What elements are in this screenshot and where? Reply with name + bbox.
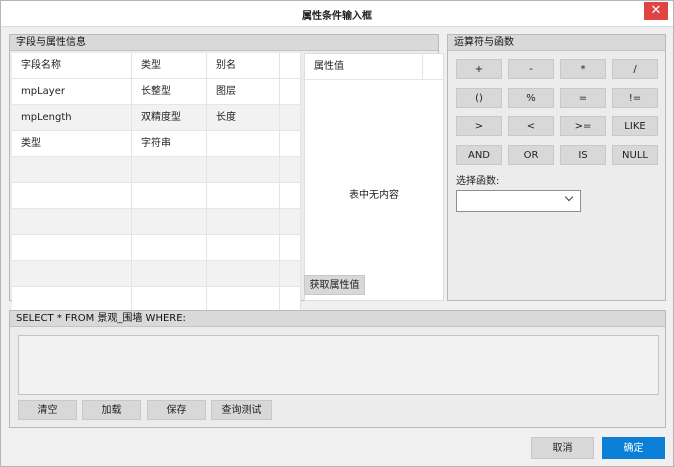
ok-button[interactable]: 确定 [602,437,665,459]
table-row[interactable]: mpLayer 长整型 图层 [12,79,301,105]
field-alias-cell: 长度 [207,105,280,131]
field-name-cell: mpLayer [12,79,132,105]
field-type-cell: 双精度型 [132,105,207,131]
chevron-down-icon [564,192,574,202]
select-function-label: 选择函数: [456,176,500,187]
close-button[interactable]: ✕ [644,2,668,20]
operator-or-button[interactable]: OR [508,145,554,165]
operator-less-button[interactable]: < [508,116,554,136]
clear-button[interactable]: 清空 [18,400,77,420]
operator-modulo-button[interactable]: % [508,88,554,108]
attribute-condition-dialog: 属性条件输入框 ✕ 字段与属性信息 字段名称 类型 别名 mpLayer 长整型… [0,0,674,467]
empty-row [12,183,301,209]
field-name-cell: mpLength [12,105,132,131]
field-alias-cell [207,131,280,157]
empty-row [12,235,301,261]
field-type-cell: 长整型 [132,79,207,105]
operator-greater-equal-button[interactable]: >= [560,116,606,136]
field-type-cell: 字符串 [132,131,207,157]
fields-table[interactable]: 字段名称 类型 别名 mpLayer 长整型 图层 mpLength 双精度型 … [12,53,301,325]
function-select[interactable] [456,190,581,212]
row-extra-cell [280,79,301,105]
attribute-values-header: 属性值 [305,54,443,80]
empty-row [12,157,301,183]
empty-row [12,209,301,235]
field-name-cell: 类型 [12,131,132,157]
table-header-row: 字段名称 类型 别名 [12,53,301,79]
row-extra-cell [280,131,301,157]
query-test-button[interactable]: 查询测试 [211,400,272,420]
operator-greater-button[interactable]: > [456,116,502,136]
operator-is-button[interactable]: IS [560,145,606,165]
sql-group: SELECT * FROM 景观_围墙 WHERE: 清空 加载 保存 查询测试 [9,310,666,428]
fields-group-title: 字段与属性信息 [10,35,438,51]
sql-where-input[interactable] [18,335,659,395]
operator-not-equals-button[interactable]: != [612,88,658,108]
operator-like-button[interactable]: LIKE [612,116,658,136]
save-button[interactable]: 保存 [147,400,206,420]
operator-plus-button[interactable]: + [456,59,502,79]
column-header-alias[interactable]: 别名 [207,53,280,79]
operator-multiply-button[interactable]: * [560,59,606,79]
operator-equals-button[interactable]: = [560,88,606,108]
attribute-values-header-label[interactable]: 属性值 [305,54,423,80]
operator-minus-button[interactable]: - [508,59,554,79]
cancel-button[interactable]: 取消 [531,437,594,459]
empty-row [12,261,301,287]
operator-and-button[interactable]: AND [456,145,502,165]
get-attribute-values-button[interactable]: 获取属性值 [304,275,365,295]
field-alias-cell: 图层 [207,79,280,105]
empty-table-message: 表中无内容 [349,190,399,201]
attribute-values-panel[interactable]: 属性值 表中无内容 [304,53,444,301]
column-header-extra [280,53,301,79]
title-bar: 属性条件输入框 ✕ [1,1,673,27]
column-header-name[interactable]: 字段名称 [12,53,132,79]
dialog-title: 属性条件输入框 [302,11,372,22]
table-row[interactable]: 类型 字符串 [12,131,301,157]
operator-divide-button[interactable]: / [612,59,658,79]
operator-parentheses-button[interactable]: () [456,88,502,108]
load-button[interactable]: 加载 [82,400,141,420]
operators-group-title: 运算符与函数 [448,35,665,51]
operators-group: 运算符与函数 + - * / () % = != > < >= LIKE AND… [447,34,666,301]
operator-null-button[interactable]: NULL [612,145,658,165]
table-row[interactable]: mpLength 双精度型 长度 [12,105,301,131]
column-header-type[interactable]: 类型 [132,53,207,79]
row-extra-cell [280,105,301,131]
sql-prefix-label: SELECT * FROM 景观_围墙 WHERE: [10,311,665,327]
fields-group: 字段与属性信息 字段名称 类型 别名 mpLayer 长整型 图层 mpLeng… [9,34,444,325]
